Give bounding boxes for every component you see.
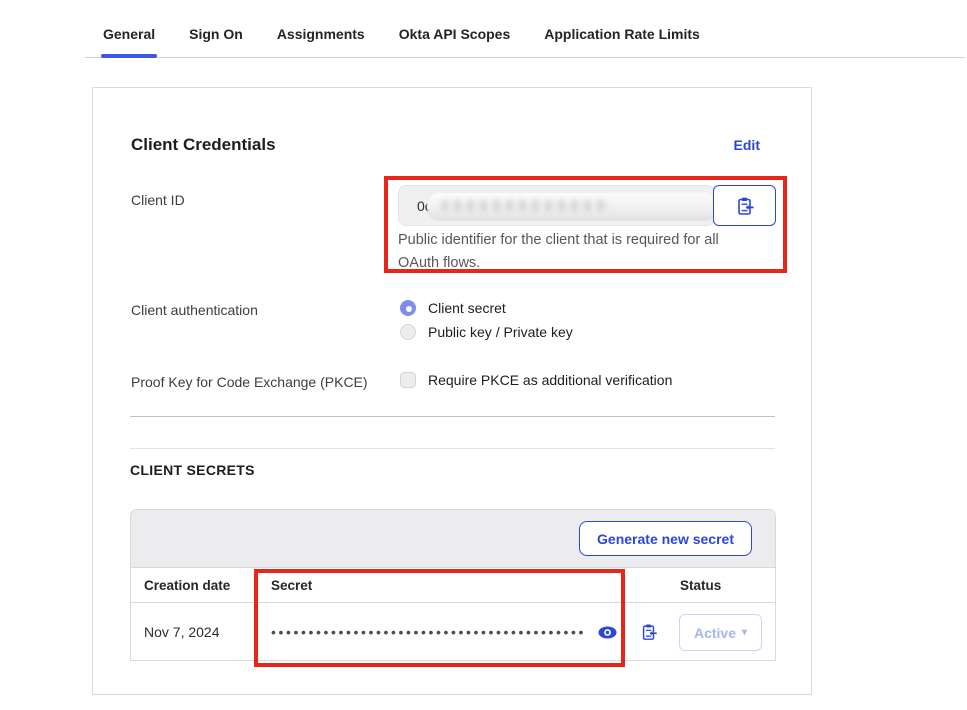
client-secrets-table: Generate new secret Creation date Secret…	[130, 509, 776, 661]
tab-general[interactable]: General	[103, 24, 155, 56]
status-dropdown-button[interactable]: Active ▾	[679, 614, 762, 651]
table-header: Creation date Secret Status	[131, 567, 775, 603]
copy-client-id-button[interactable]	[713, 185, 776, 226]
section-divider	[130, 448, 775, 449]
public-key-option: Public key / Private key	[400, 324, 573, 340]
client-id-redaction-blur	[427, 193, 717, 219]
section-divider	[130, 416, 775, 417]
radio-public-key[interactable]	[400, 324, 416, 340]
status-label: Active	[694, 625, 736, 641]
card-title: Client Credentials	[131, 135, 276, 155]
clipboard-copy-icon	[735, 196, 755, 216]
secret-value-cell: ••••••••••••••••••••••••••••••••••••••••…	[271, 603, 617, 661]
radio-public-key-label: Public key / Private key	[428, 324, 573, 340]
secret-creation-date: Nov 7, 2024	[144, 624, 220, 640]
client-id-help-text: Public identifier for the client that is…	[398, 229, 748, 275]
column-header-status: Status	[680, 578, 721, 593]
chevron-down-icon: ▾	[742, 627, 747, 638]
radio-client-secret-label: Client secret	[428, 300, 506, 316]
pkce-option: Require PKCE as additional verification	[400, 372, 672, 388]
tab-application-rate-limits[interactable]: Application Rate Limits	[544, 24, 700, 56]
generate-new-secret-button[interactable]: Generate new secret	[579, 521, 752, 556]
table-toolbar: Generate new secret	[131, 510, 775, 567]
tab-sign-on[interactable]: Sign On	[189, 24, 243, 56]
pkce-checkbox-label: Require PKCE as additional verification	[428, 372, 672, 388]
tab-assignments[interactable]: Assignments	[277, 24, 365, 56]
pkce-label: Proof Key for Code Exchange (PKCE)	[131, 374, 368, 390]
tab-okta-api-scopes[interactable]: Okta API Scopes	[399, 24, 511, 56]
secret-table-row: Nov 7, 2024 ••••••••••••••••••••••••••••…	[131, 603, 775, 661]
client-id-label: Client ID	[131, 192, 185, 208]
app-tab-bar: General Sign On Assignments Okta API Sco…	[85, 24, 965, 58]
client-credentials-card: Client Credentials Edit Client ID 0o Pub…	[92, 87, 812, 695]
masked-secret-value: ••••••••••••••••••••••••••••••••••••••••…	[271, 625, 586, 639]
pkce-checkbox[interactable]	[400, 372, 416, 388]
column-header-secret: Secret	[271, 578, 312, 593]
column-header-creation-date: Creation date	[144, 578, 230, 593]
eye-icon[interactable]	[598, 626, 617, 639]
client-authentication-label: Client authentication	[131, 302, 258, 318]
edit-link[interactable]: Edit	[734, 137, 760, 153]
client-id-input[interactable]: 0o	[398, 185, 715, 226]
client-secrets-heading: CLIENT SECRETS	[130, 462, 255, 478]
copy-secret-icon[interactable]	[640, 623, 658, 641]
client-secret-option: Client secret	[400, 300, 506, 316]
radio-client-secret[interactable]	[400, 300, 416, 316]
